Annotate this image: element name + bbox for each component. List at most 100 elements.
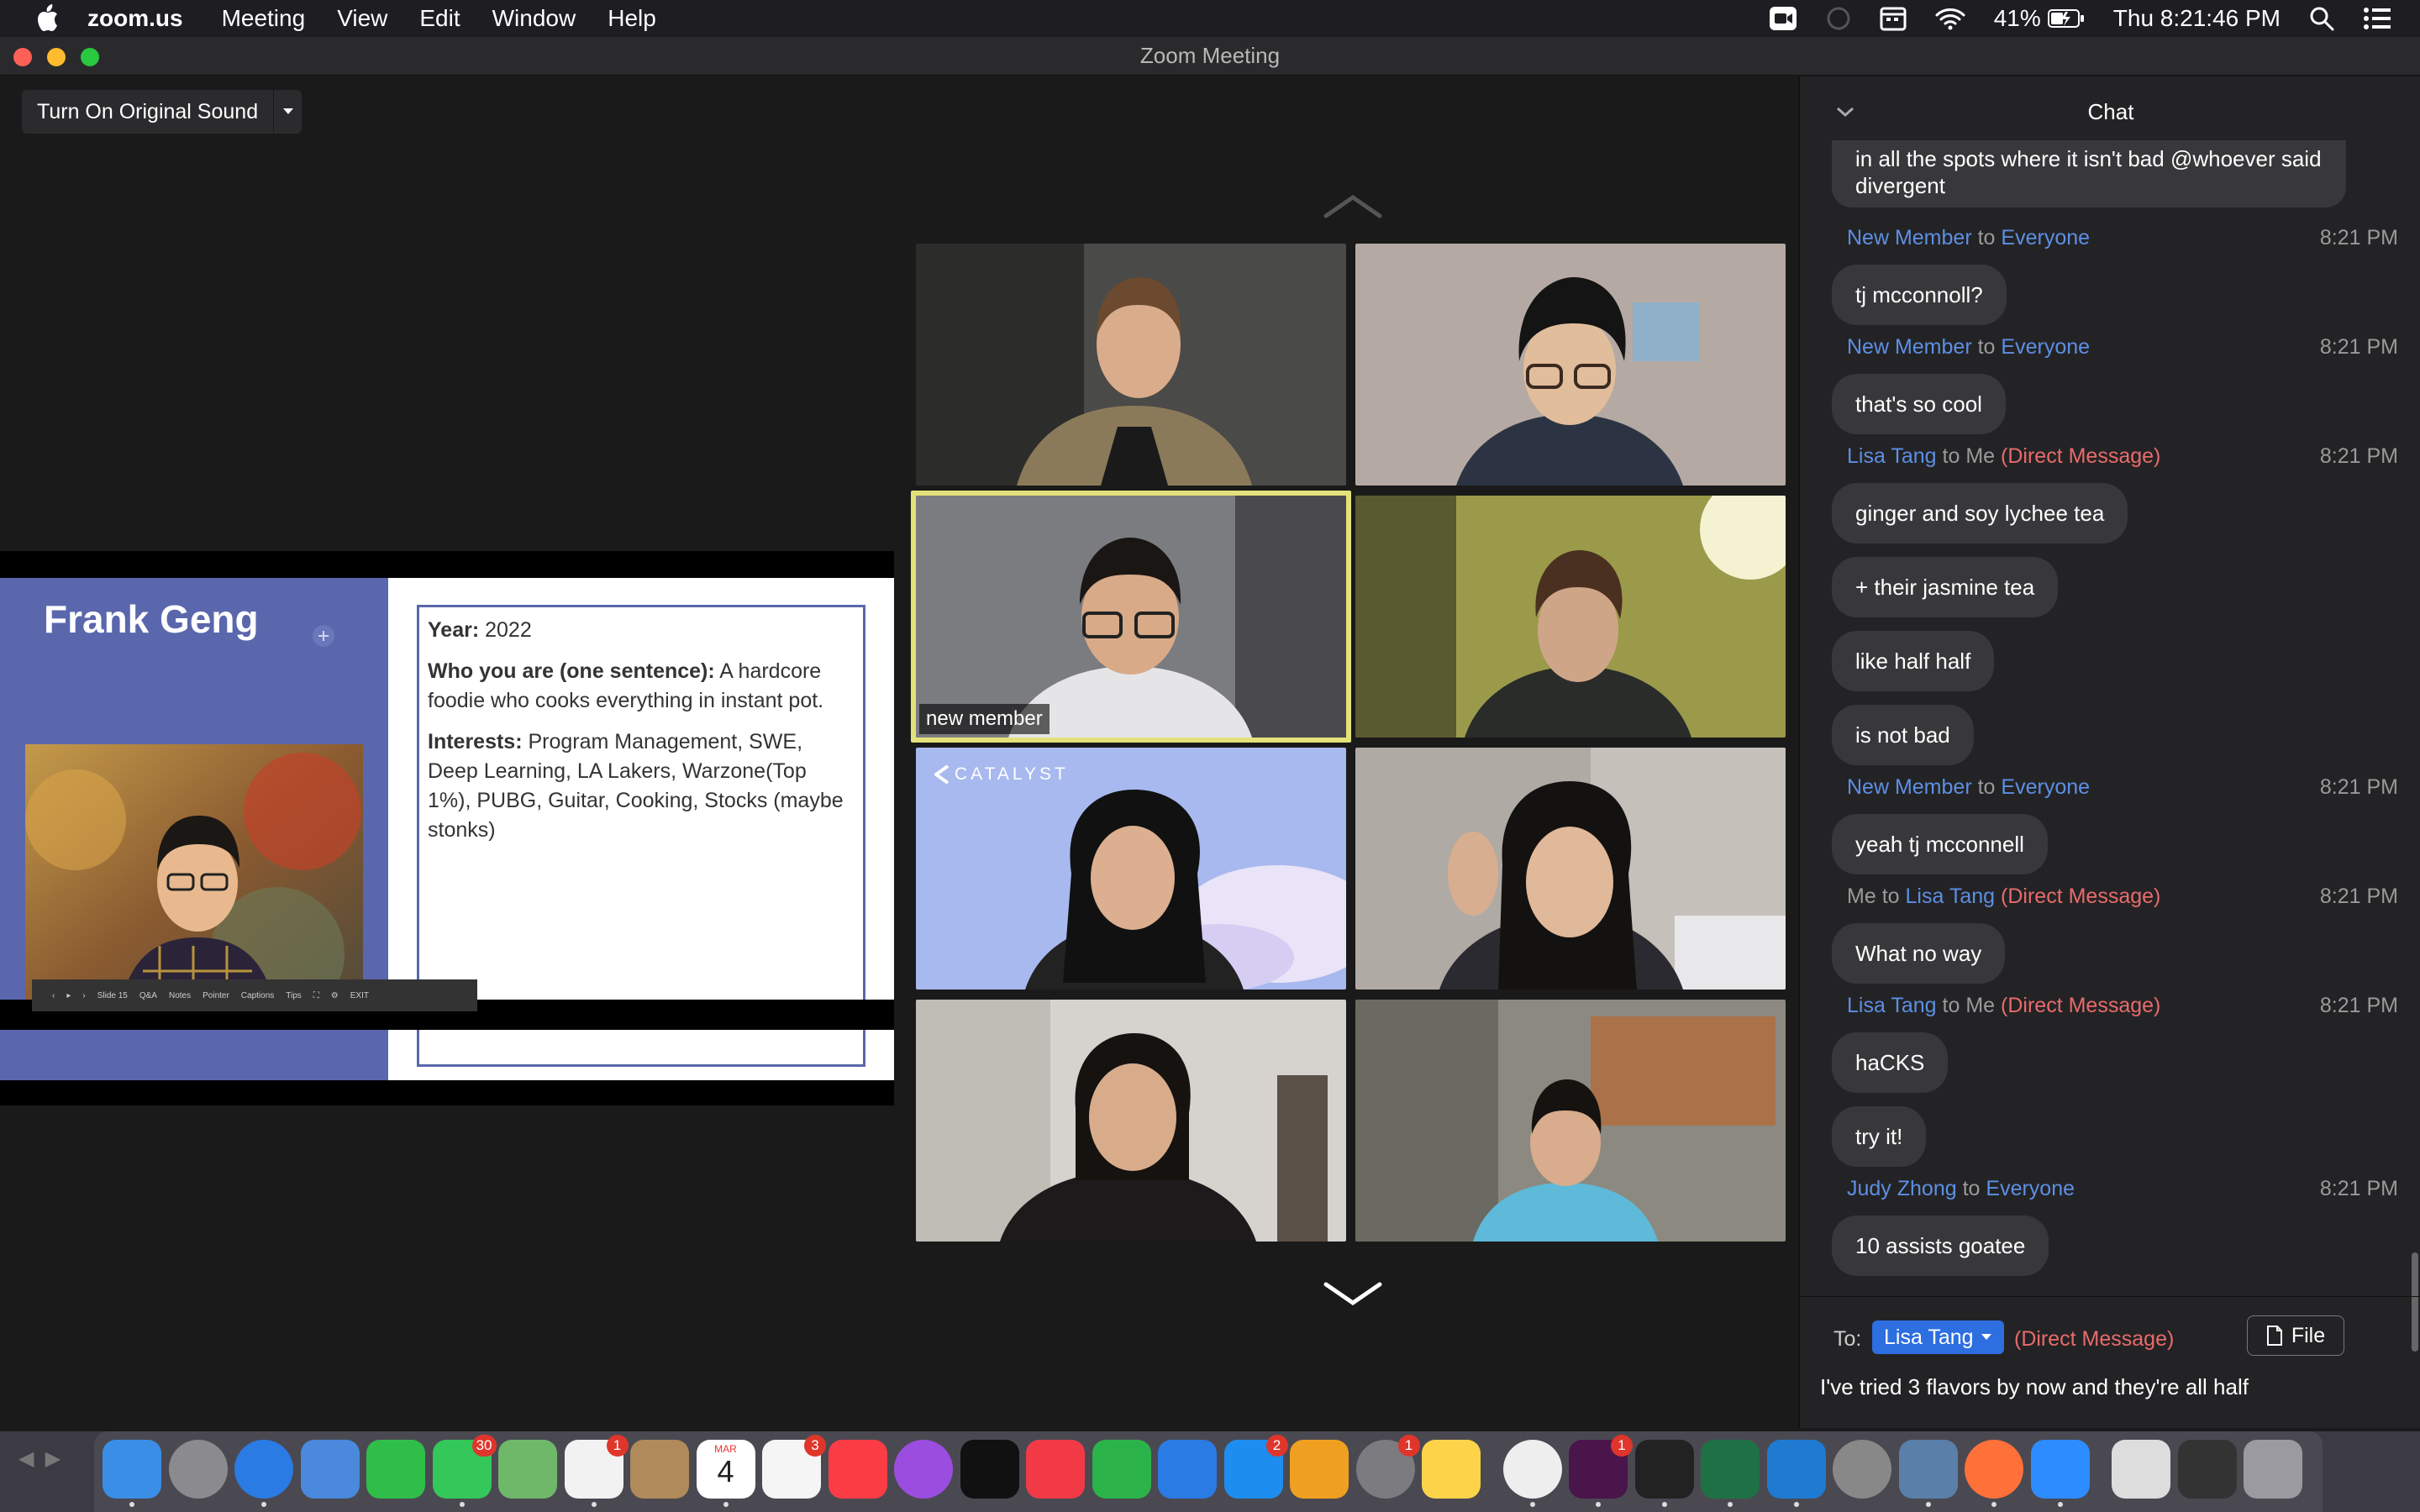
chat-bubble-text: in all the spots where it isn't bad @who… (1855, 146, 2322, 198)
running-indicator (129, 1502, 134, 1507)
calendar-status-icon[interactable] (1880, 6, 1907, 31)
spotlight-search-icon[interactable] (2309, 6, 2334, 31)
slide-fullscreen-icon[interactable]: ⛶ (313, 991, 319, 1000)
appletv-icon[interactable] (960, 1440, 1019, 1499)
recipient-select[interactable]: Lisa Tang (1872, 1320, 2004, 1354)
slide-tips-button[interactable]: Tips (286, 991, 302, 1000)
video-tile-8[interactable] (1355, 1000, 1786, 1242)
menu-edit[interactable]: Edit (419, 5, 460, 32)
maps-icon[interactable] (498, 1440, 557, 1499)
chat-collapse-chevron-icon[interactable] (1835, 103, 1855, 120)
reminders-icon[interactable]: 3 (762, 1435, 826, 1499)
battery-charging-icon[interactable] (2047, 8, 2085, 29)
safari-icon[interactable] (234, 1440, 293, 1507)
chat-message-list[interactable]: in all the spots where it isn't bad @who… (1800, 140, 2420, 1373)
pages-icon[interactable] (1290, 1440, 1349, 1499)
recipient-name: Everyone (1986, 1177, 2075, 1200)
finder-icon[interactable] (103, 1440, 161, 1507)
trash-icon[interactable] (2244, 1440, 2302, 1499)
screenshot-icon[interactable] (2177, 1440, 2237, 1499)
menu-view[interactable]: View (337, 5, 387, 32)
video-tile-6[interactable] (1355, 748, 1786, 990)
menu-meeting[interactable]: Meeting (222, 5, 306, 32)
wifi-icon[interactable] (1935, 7, 1965, 30)
running-indicator (1596, 1502, 1601, 1507)
firefox-icon[interactable] (1965, 1440, 2023, 1507)
slack-icon[interactable]: 1 (1569, 1435, 1633, 1507)
keynote-icon[interactable] (1158, 1440, 1217, 1499)
slide-captions-button[interactable]: Captions (241, 991, 274, 1000)
podcasts-icon[interactable] (894, 1440, 953, 1499)
slide-exit-button[interactable]: EXIT (350, 991, 369, 1000)
window-close-button[interactable] (13, 48, 32, 66)
gallery-scroll-down-icon[interactable] (1323, 1281, 1383, 1306)
video-tile-4[interactable] (1355, 496, 1786, 738)
video-tile-2[interactable] (1355, 244, 1786, 486)
slide-pointer-button[interactable]: Pointer (203, 991, 229, 1000)
calendar-icon[interactable]: MAR 4 (696, 1440, 755, 1507)
menu-window[interactable]: Window (492, 5, 576, 32)
menu-help[interactable]: Help (608, 5, 656, 32)
sender-name[interactable]: New Member (1847, 335, 1972, 359)
contacts-icon[interactable] (630, 1440, 689, 1499)
sender-name[interactable]: Lisa Tang (1847, 444, 1937, 468)
chat-message-input[interactable]: I've tried 3 flavors by now and they're … (1820, 1374, 2249, 1400)
chrome-icon[interactable] (1502, 1440, 1562, 1507)
texshop-icon[interactable] (1833, 1440, 1891, 1499)
zoom-icon[interactable] (2030, 1440, 2090, 1507)
window-minimize-button[interactable] (47, 48, 66, 66)
chat-panel: Chat in all the spots where it isn't bad… (1798, 76, 2420, 1428)
mail-icon[interactable] (300, 1440, 360, 1499)
messages-icon[interactable]: 30 (432, 1435, 497, 1507)
sender-name[interactable]: Lisa Tang (1847, 994, 1937, 1017)
slide-settings-icon[interactable]: ⚙ (331, 991, 339, 1000)
menu-app-name[interactable]: zoom.us (87, 5, 183, 32)
slide-play-icon[interactable]: ▸ (66, 991, 71, 1000)
documents-icon[interactable] (2112, 1440, 2170, 1499)
notification-center-icon[interactable] (2363, 7, 2391, 30)
systemprefs-icon[interactable]: 1 (1355, 1435, 1420, 1499)
original-sound-label: Turn On Original Sound (37, 99, 259, 123)
apple-menu-icon[interactable] (32, 3, 62, 34)
slide-prev-icon[interactable]: ‹ (52, 991, 55, 1000)
file-button[interactable]: File (2247, 1315, 2344, 1356)
video-tile-5[interactable]: CATALYST (916, 748, 1346, 990)
photos-icon[interactable]: 1 (564, 1435, 629, 1507)
slide-number[interactable]: Slide 15 (97, 991, 128, 1000)
slide-next-icon[interactable]: › (82, 991, 85, 1000)
to-word: to (1977, 335, 1996, 359)
recipient-name[interactable]: Lisa Tang (1906, 885, 1996, 908)
window-title-bar: Zoom Meeting (0, 37, 2420, 76)
chat-sender-line: Me to Lisa Tang (Direct Message) (1847, 885, 2160, 909)
sender-name[interactable]: Judy Zhong (1847, 1177, 1957, 1200)
preview-icon[interactable] (1898, 1440, 1958, 1507)
menu-clock[interactable]: Thu 8:21:46 PM (2113, 5, 2281, 32)
chat-bubble: try it! (1832, 1106, 1927, 1167)
notes-icon[interactable] (1422, 1440, 1481, 1499)
facetime-icon[interactable] (366, 1440, 425, 1499)
appstore-icon[interactable]: 2 (1223, 1435, 1288, 1499)
original-sound-button[interactable]: Turn On Original Sound (22, 90, 302, 134)
chat-bubble: What no way (1832, 923, 2006, 984)
terminal-icon[interactable] (1634, 1440, 1694, 1507)
gallery-scroll-up-icon[interactable] (1323, 194, 1383, 219)
numbers-icon[interactable] (1092, 1440, 1151, 1499)
screen-share-icon[interactable] (1826, 6, 1851, 31)
dock-badge: 1 (606, 1435, 629, 1457)
video-tile-7[interactable] (916, 1000, 1346, 1242)
sender-name[interactable]: New Member (1847, 226, 1972, 249)
sender-name[interactable]: New Member (1847, 775, 1972, 799)
music-icon[interactable] (828, 1440, 887, 1499)
slide-qa-button[interactable]: Q&A (139, 991, 157, 1000)
window-zoom-button[interactable] (81, 48, 99, 66)
excel-icon[interactable] (1701, 1440, 1760, 1507)
vscode-icon[interactable] (1766, 1440, 1826, 1507)
video-tile-1[interactable] (916, 244, 1346, 486)
original-sound-dropdown[interactable] (273, 90, 302, 134)
news-icon[interactable] (1026, 1440, 1085, 1499)
zoom-status-icon[interactable] (1769, 6, 1797, 31)
file-button-label: File (2291, 1323, 2326, 1347)
launchpad-icon[interactable] (168, 1440, 228, 1499)
video-tile-active-speaker[interactable]: new member (911, 491, 1351, 743)
slide-notes-button[interactable]: Notes (169, 991, 191, 1000)
